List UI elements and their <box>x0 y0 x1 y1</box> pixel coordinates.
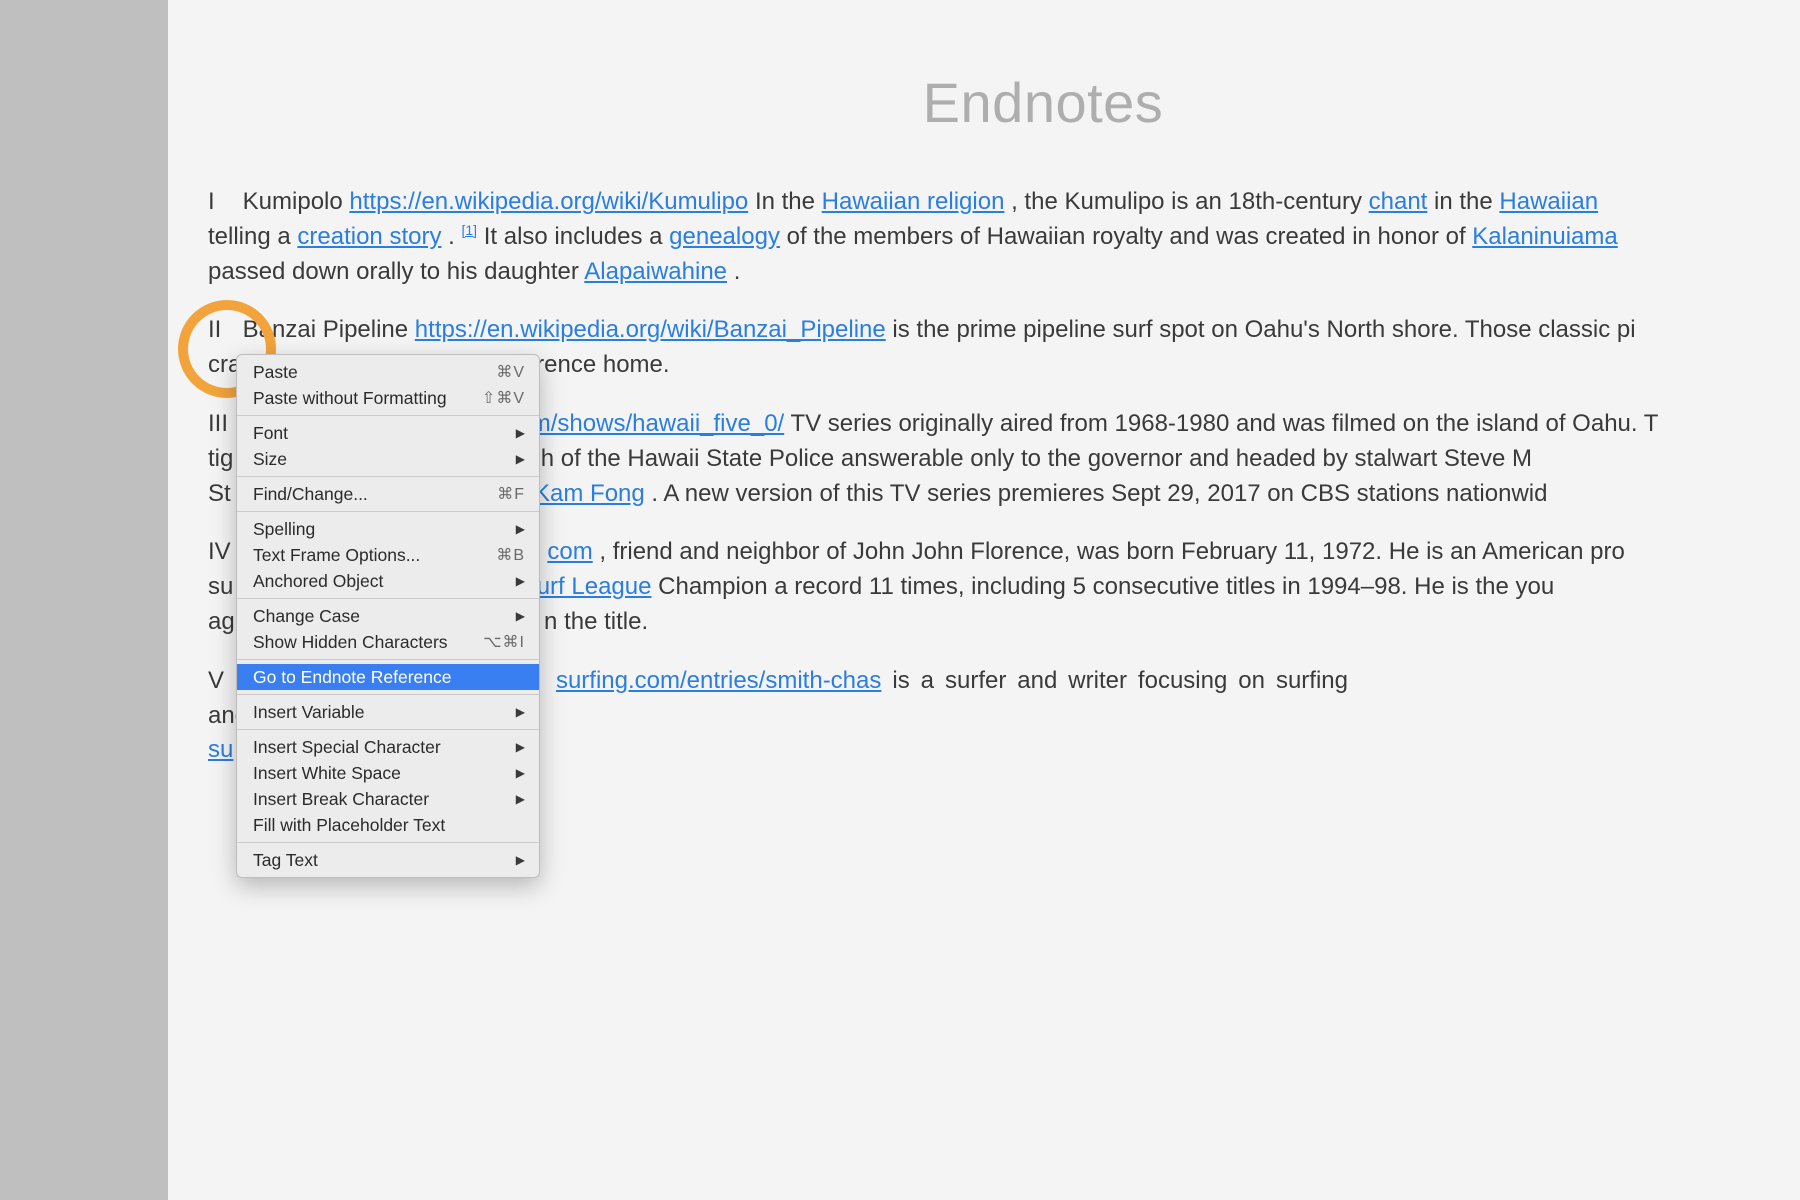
link-surf-league[interactable]: urf League <box>537 573 652 600</box>
menu-insert-white-space[interactable]: Insert White Space ▶ <box>237 760 539 786</box>
menu-go-to-endnote-reference[interactable]: Go to Endnote Reference <box>237 664 539 690</box>
endnote-number: I <box>208 185 236 220</box>
menu-show-hidden-characters[interactable]: Show Hidden Characters ⌥⌘I <box>237 629 539 655</box>
submenu-arrow-icon: ▶ <box>516 452 525 466</box>
submenu-arrow-icon: ▶ <box>516 766 525 780</box>
link-com[interactable]: com <box>547 538 592 565</box>
menu-separator <box>237 415 539 416</box>
submenu-arrow-icon: ▶ <box>516 522 525 536</box>
link-kam-fong[interactable]: Kam Fong <box>534 480 645 507</box>
endnote-number: IV <box>208 535 236 570</box>
submenu-arrow-icon: ▶ <box>516 426 525 440</box>
menu-separator <box>237 476 539 477</box>
endnote-url-link[interactable]: surfing.com/entries/smith-chas <box>556 667 881 694</box>
link-creation-story[interactable]: creation story <box>297 223 441 250</box>
menu-separator <box>237 511 539 512</box>
endnote-number: III <box>208 407 236 442</box>
endnote-number: II <box>208 313 236 348</box>
link-hawaiian-religion[interactable]: Hawaiian religion <box>822 188 1005 215</box>
menu-anchored-object[interactable]: Anchored Object ▶ <box>237 568 539 594</box>
submenu-arrow-icon: ▶ <box>516 792 525 806</box>
footnote-ref-1[interactable]: [1] <box>461 222 477 238</box>
menu-spelling[interactable]: Spelling ▶ <box>237 516 539 542</box>
link-hawaiian[interactable]: Hawaiian <box>1499 188 1598 215</box>
menu-separator <box>237 729 539 730</box>
menu-separator <box>237 659 539 660</box>
menu-separator <box>237 842 539 843</box>
submenu-arrow-icon: ▶ <box>516 740 525 754</box>
menu-size[interactable]: Size ▶ <box>237 446 539 472</box>
menu-insert-variable[interactable]: Insert Variable ▶ <box>237 699 539 725</box>
menu-separator <box>237 694 539 695</box>
endnote-1: I Kumipolo https://en.wikipedia.org/wiki… <box>208 185 1800 289</box>
link-su[interactable]: su <box>208 736 233 763</box>
link-genealogy[interactable]: genealogy <box>669 223 780 250</box>
endnote-number: V <box>208 664 236 699</box>
context-menu: Paste ⌘V Paste without Formatting ⇧⌘V Fo… <box>236 354 540 878</box>
menu-paste[interactable]: Paste ⌘V <box>237 359 539 385</box>
menu-change-case[interactable]: Change Case ▶ <box>237 603 539 629</box>
menu-tag-text[interactable]: Tag Text ▶ <box>237 847 539 873</box>
endnote-lead: Kumipolo <box>243 188 343 215</box>
menu-separator <box>237 598 539 599</box>
link-kalaninuiama[interactable]: Kalaninuiama <box>1472 223 1617 250</box>
submenu-arrow-icon: ▶ <box>516 609 525 623</box>
submenu-arrow-icon: ▶ <box>516 574 525 588</box>
link-alapaiwahine[interactable]: Alapaiwahine <box>584 258 727 285</box>
endnote-lead: Banzai Pipeline <box>243 316 408 343</box>
menu-font[interactable]: Font ▶ <box>237 420 539 446</box>
endnote-url-link[interactable]: https://en.wikipedia.org/wiki/Banzai_Pip… <box>415 316 886 343</box>
page-title: Endnotes <box>0 70 1800 135</box>
submenu-arrow-icon: ▶ <box>516 853 525 867</box>
link-chant[interactable]: chant <box>1369 188 1428 215</box>
menu-fill-placeholder-text[interactable]: Fill with Placeholder Text <box>237 812 539 838</box>
menu-insert-special-character[interactable]: Insert Special Character ▶ <box>237 734 539 760</box>
submenu-arrow-icon: ▶ <box>516 705 525 719</box>
menu-insert-break-character[interactable]: Insert Break Character ▶ <box>237 786 539 812</box>
endnote-url-link[interactable]: https://en.wikipedia.org/wiki/Kumulipo <box>349 188 748 215</box>
menu-paste-without-formatting[interactable]: Paste without Formatting ⇧⌘V <box>237 385 539 411</box>
menu-text-frame-options[interactable]: Text Frame Options... ⌘B <box>237 542 539 568</box>
menu-find-change[interactable]: Find/Change... ⌘F <box>237 481 539 507</box>
